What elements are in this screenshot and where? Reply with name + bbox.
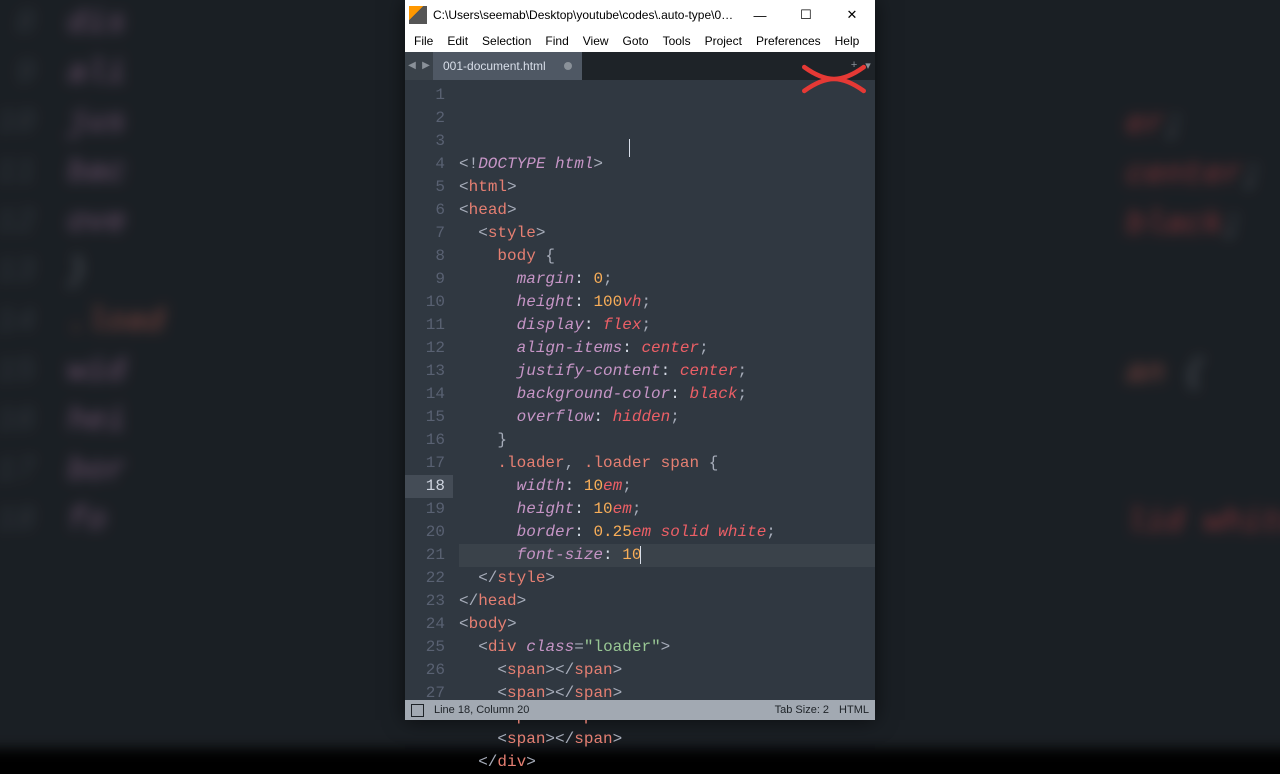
tab-next-button[interactable]: ▶ [419,52,433,80]
code-line[interactable]: <style> [459,222,875,245]
code-line[interactable]: display: flex; [459,314,875,337]
code-line[interactable]: </style> [459,567,875,590]
menu-edit[interactable]: Edit [440,32,475,50]
minimize-button[interactable]: — [737,0,783,30]
tab-label: 001-document.html [443,59,546,73]
status-bar[interactable]: Line 18, Column 20 Tab Size: 2 HTML [405,700,875,720]
cursor-position[interactable]: Line 18, Column 20 [434,704,529,716]
code-line[interactable]: .loader, .loader span { [459,452,875,475]
tab-prev-button[interactable]: ◀ [405,52,419,80]
line-number-gutter[interactable]: 1234567891011121314151617181920212223242… [405,80,453,690]
code-line[interactable]: } [459,429,875,452]
code-line[interactable]: <span></span> [459,728,875,751]
code-area[interactable]: <!DOCTYPE html><html><head> <style> body… [453,80,875,690]
code-line[interactable]: <body> [459,613,875,636]
code-line[interactable]: <div class="loader"> [459,636,875,659]
menu-selection[interactable]: Selection [475,32,538,50]
dirty-indicator-icon [564,62,572,70]
tab-active[interactable]: 001-document.html [433,52,582,80]
code-line[interactable]: body { [459,245,875,268]
code-line[interactable]: justify-content: center; [459,360,875,383]
panel-toggle-icon[interactable] [411,704,424,717]
channel-logo-icon [801,60,867,103]
code-line[interactable]: <span></span> [459,659,875,682]
menu-project[interactable]: Project [698,32,749,50]
menu-view[interactable]: View [576,32,616,50]
code-line[interactable]: <!DOCTYPE html> [459,153,875,176]
editor-window: C:\Users\seemab\Desktop\youtube\codes\.a… [405,0,875,720]
code-line[interactable]: border: 0.25em solid white; [459,521,875,544]
menu-help[interactable]: Help [828,32,867,50]
menu-bar[interactable]: FileEditSelectionFindViewGotoToolsProjec… [405,30,875,52]
code-line[interactable]: align-items: center; [459,337,875,360]
syntax-indicator[interactable]: HTML [839,704,869,716]
code-editor[interactable]: 1234567891011121314151617181920212223242… [405,80,875,690]
code-line[interactable]: <head> [459,199,875,222]
menu-tools[interactable]: Tools [656,32,698,50]
window-title: C:\Users\seemab\Desktop\youtube\codes\.a… [433,8,737,22]
app-icon [409,6,427,24]
code-line[interactable]: background-color: black; [459,383,875,406]
menu-find[interactable]: Find [538,32,575,50]
tab-size-indicator[interactable]: Tab Size: 2 [775,704,829,716]
titlebar[interactable]: C:\Users\seemab\Desktop\youtube\codes\.a… [405,0,875,30]
maximize-button[interactable]: ☐ [783,0,829,30]
code-line[interactable]: height: 100vh; [459,291,875,314]
menu-file[interactable]: File [407,32,440,50]
close-button[interactable]: ✕ [829,0,875,30]
code-line[interactable]: height: 10em; [459,498,875,521]
code-line[interactable]: <html> [459,176,875,199]
code-line[interactable]: margin: 0; [459,268,875,291]
code-line[interactable]: </head> [459,590,875,613]
code-line[interactable]: </div> [459,751,875,774]
menu-goto[interactable]: Goto [616,32,656,50]
code-line[interactable]: font-size: 10 [459,544,875,567]
code-line[interactable]: overflow: hidden; [459,406,875,429]
code-line[interactable]: width: 10em; [459,475,875,498]
menu-preferences[interactable]: Preferences [749,32,828,50]
text-cursor-icon [629,139,630,157]
